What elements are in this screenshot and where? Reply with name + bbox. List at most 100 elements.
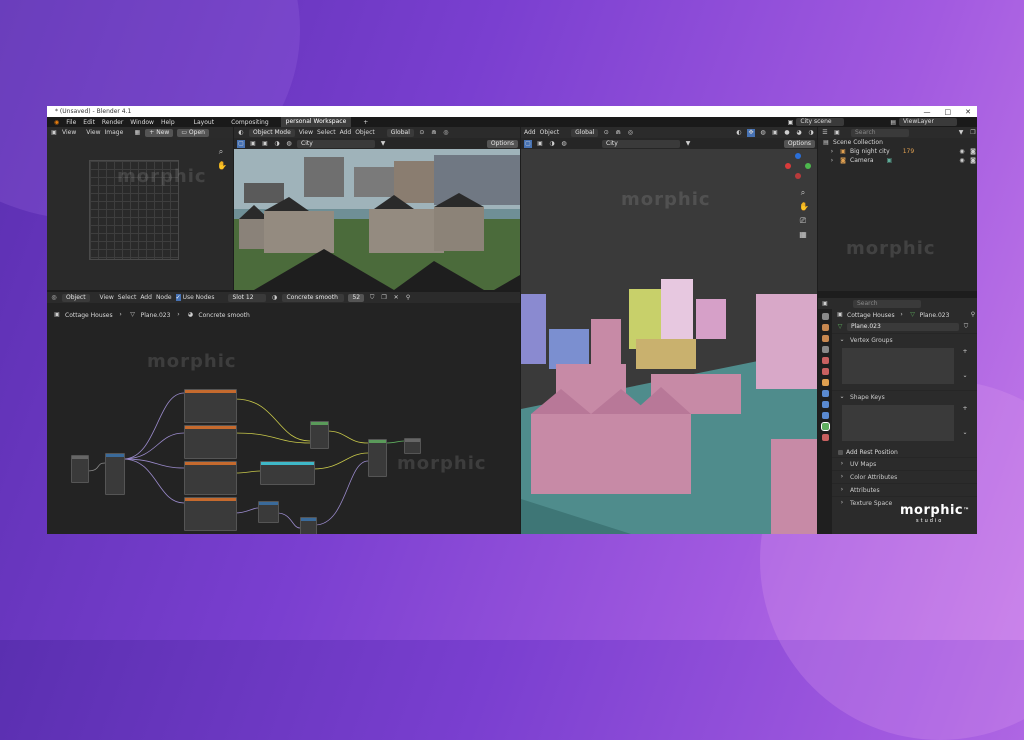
world-tab-icon[interactable] (821, 368, 829, 375)
chevron-right-icon[interactable]: › (828, 157, 836, 165)
shading-material-icon[interactable]: ◕ (795, 129, 803, 137)
image-menu[interactable]: Image (105, 129, 124, 136)
view-menu[interactable]: View (100, 294, 114, 301)
texture-coordinate-node[interactable] (71, 455, 89, 483)
main-3d-viewport[interactable]: ⌕ ✋ ⎚ ▦ morphic (521, 149, 817, 534)
properties-search[interactable]: Search (853, 299, 921, 308)
user-count[interactable]: 52 (348, 293, 365, 302)
add-icon[interactable]: + (961, 348, 969, 356)
breadcrumb-mesh[interactable]: Plane.023 (920, 312, 950, 319)
fake-user-icon[interactable]: ⛉ (368, 294, 376, 302)
uv-maps-panel-header[interactable]: › UV Maps (832, 457, 977, 470)
pin-icon[interactable]: ⚲ (969, 311, 977, 319)
options-button[interactable]: Options (486, 139, 518, 148)
chevron-right-icon[interactable]: › (828, 148, 836, 156)
tab-compositing[interactable]: Compositing (226, 119, 274, 126)
image-editor-canvas[interactable]: ⌕ ✋ morphic (47, 138, 233, 290)
add-rest-position-checkbox[interactable] (838, 449, 843, 455)
select-box-icon[interactable]: ▢ (237, 139, 245, 148)
bump-node[interactable] (300, 517, 317, 534)
object-menu[interactable]: Object (540, 129, 560, 136)
menu-file[interactable]: File (66, 119, 76, 126)
shader-type-selector[interactable]: Object (62, 293, 90, 302)
maximize-button[interactable]: □ (945, 108, 952, 116)
new-image-button[interactable]: + New (145, 128, 174, 137)
color-ramp-node[interactable] (260, 461, 315, 485)
editor-type-icon[interactable]: ▣ (50, 129, 58, 137)
overlay-icon[interactable]: ◍ (759, 129, 767, 137)
snap-icon[interactable]: ⋒ (614, 129, 622, 137)
material-tab-icon[interactable] (821, 434, 829, 441)
navigation-gizmo[interactable] (785, 153, 811, 179)
pivot-icon[interactable]: ⊙ (418, 129, 426, 137)
physics-tab-icon[interactable] (821, 412, 829, 419)
menu-edit[interactable]: Edit (83, 119, 95, 126)
editor-type-icon[interactable]: ◐ (237, 129, 245, 137)
add-icon[interactable]: + (961, 405, 969, 413)
open-image-button[interactable]: ▭ Open (177, 128, 209, 137)
options-button[interactable]: Options (783, 139, 815, 148)
visibility-icon[interactable]: ◑ (273, 140, 281, 148)
overlay-icon[interactable]: ◍ (285, 140, 293, 148)
object-menu[interactable]: Object (355, 129, 375, 136)
zoom-icon[interactable]: ⌕ (217, 148, 225, 156)
render-tab-icon[interactable] (821, 324, 829, 331)
eye-icon[interactable]: ◉ (958, 157, 966, 165)
chevron-down-icon[interactable]: ⌄ (961, 372, 969, 380)
particles-tab-icon[interactable] (821, 401, 829, 408)
image-texture-node[interactable] (184, 425, 237, 459)
camera-render-view[interactable] (234, 149, 520, 290)
mesh-name-field[interactable]: Plane.023 (847, 323, 959, 331)
shape-keys-panel-header[interactable]: ⌄ Shape Keys (832, 390, 977, 403)
menu-render[interactable]: Render (102, 119, 123, 126)
y-axis-icon[interactable] (805, 163, 811, 169)
scene-tab-icon[interactable] (821, 357, 829, 364)
object-tab-icon[interactable] (821, 379, 829, 386)
collection-selector[interactable]: City (297, 139, 375, 148)
image-browse-icon[interactable]: ▦ (133, 129, 141, 137)
outliner-search[interactable]: Search (851, 128, 909, 137)
add-menu[interactable]: Add (140, 294, 152, 301)
view-menu[interactable]: View (62, 129, 76, 136)
filter-icon[interactable]: ▼ (957, 129, 965, 137)
close-button[interactable]: ✕ (965, 108, 971, 116)
output-tab-icon[interactable] (821, 335, 829, 342)
tab-personal-workspace[interactable]: personal Workspace (280, 117, 352, 127)
select-box-icon[interactable]: ▢ (524, 139, 532, 148)
duplicate-icon[interactable]: ❐ (380, 294, 388, 302)
xray-icon[interactable]: ▣ (771, 129, 779, 137)
scene-collection-row[interactable]: ▤ Scene Collection (818, 138, 977, 147)
camera-view-icon[interactable]: ⎚ (799, 217, 807, 225)
minimize-button[interactable]: — (924, 108, 931, 116)
add-workspace-button[interactable]: + (358, 119, 373, 126)
proportional-icon[interactable]: ◎ (626, 129, 634, 137)
filter-icon[interactable]: ▼ (684, 140, 692, 148)
camera-render-icon[interactable]: ◙ (969, 157, 977, 165)
fake-user-icon[interactable]: ⛉ (962, 323, 970, 331)
view-menu-2[interactable]: View (86, 129, 100, 136)
pin-icon[interactable]: ⚲ (404, 294, 412, 302)
add-menu[interactable]: Add (524, 129, 536, 136)
attributes-panel-header[interactable]: › Attributes (832, 483, 977, 496)
outliner-item-big-night-city[interactable]: › ▣ Big night city 179 ◉ ◙ (818, 147, 977, 156)
proportional-icon[interactable]: ◎ (442, 129, 450, 137)
image-texture-node[interactable] (184, 389, 237, 423)
snap-icon[interactable]: ⋒ (430, 129, 438, 137)
slot-selector[interactable]: Slot 12 (228, 293, 267, 302)
outliner-item-camera[interactable]: › ◙ Camera ▣ ◉ ◙ (818, 156, 977, 165)
unlink-icon[interactable]: ✕ (392, 294, 400, 302)
view-layer-tab-icon[interactable] (821, 346, 829, 353)
editor-type-icon[interactable]: ☰ (821, 129, 829, 137)
mode-selector[interactable]: Object Mode (249, 128, 295, 137)
select-mode-icon[interactable]: ▣ (249, 140, 257, 148)
gizmo-toggle-icon[interactable]: ✥ (747, 128, 755, 137)
modifier-tab-icon[interactable] (821, 390, 829, 397)
color-attributes-panel-header[interactable]: › Color Attributes (832, 470, 977, 483)
display-mode-icon[interactable]: ▣ (833, 129, 841, 137)
node-menu[interactable]: Node (156, 294, 172, 301)
select-menu[interactable]: Select (317, 129, 336, 136)
new-collection-icon[interactable]: ❐ (969, 129, 977, 137)
x-axis-icon[interactable] (785, 163, 791, 169)
material-output-node[interactable] (404, 438, 421, 454)
camera-render-icon[interactable]: ◙ (969, 148, 977, 156)
